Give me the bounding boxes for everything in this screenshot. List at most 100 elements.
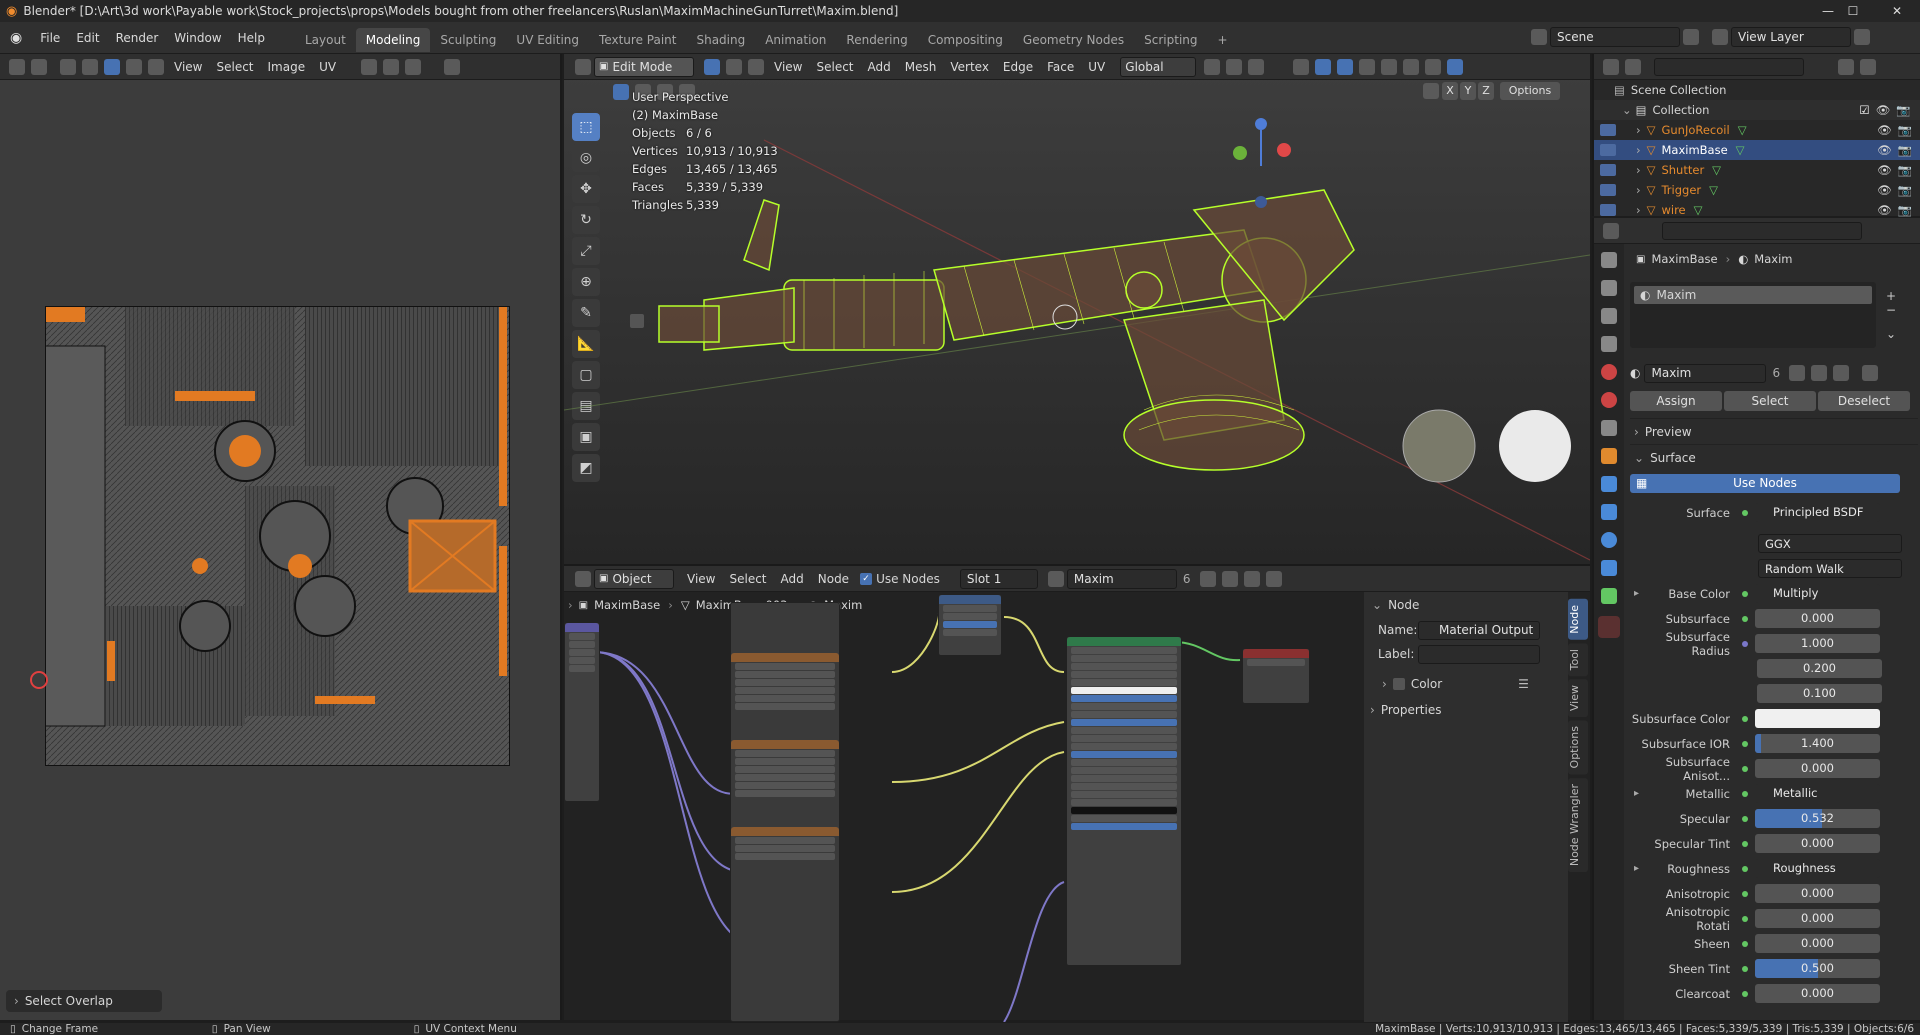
- material-users-count[interactable]: 6: [1772, 366, 1780, 380]
- uv-editor[interactable]: View Select Image UV › Select Overlap: [0, 54, 562, 1020]
- link-mode-icon[interactable]: [1862, 365, 1879, 381]
- face-mode-icon[interactable]: [748, 58, 764, 75]
- principled-bsdf-node[interactable]: [1066, 636, 1182, 966]
- numeric-field[interactable]: 0.200: [1757, 659, 1882, 678]
- sticky-select-icon[interactable]: [148, 58, 164, 75]
- linked-input-field[interactable]: Roughness: [1755, 859, 1880, 878]
- tab-uv-editing[interactable]: UV Editing: [506, 28, 589, 52]
- editor-type-icon[interactable]: [575, 58, 591, 75]
- unlink-material-icon[interactable]: [1833, 365, 1850, 381]
- material-name-field[interactable]: Maxim: [1066, 568, 1177, 589]
- node-menu-view[interactable]: View: [680, 572, 722, 586]
- outliner-item[interactable]: › ▽ MaximBase ▽ 👁 📷: [1594, 140, 1920, 160]
- proportional-icon[interactable]: [405, 58, 422, 75]
- uv-menu-image[interactable]: Image: [261, 60, 313, 74]
- close-button[interactable]: ✕: [1874, 0, 1920, 22]
- node-menu-select[interactable]: Select: [722, 572, 773, 586]
- modifier-tab-icon[interactable]: [1601, 476, 1617, 492]
- distribution-dropdown[interactable]: GGX: [1758, 534, 1902, 553]
- data-tab-icon[interactable]: [1601, 588, 1617, 604]
- mode-dropdown[interactable]: ▣ Edit Mode: [594, 56, 694, 77]
- edit-mode-icon[interactable]: [1600, 184, 1616, 196]
- menu-file[interactable]: File: [32, 22, 68, 54]
- display-mode-icon[interactable]: [1625, 58, 1641, 75]
- tab-tool[interactable]: Tool: [1568, 642, 1588, 677]
- tab-geometry-nodes[interactable]: Geometry Nodes: [1013, 28, 1134, 52]
- edge-select-icon[interactable]: [82, 58, 98, 75]
- vp-menu-mesh[interactable]: Mesh: [898, 60, 944, 74]
- view-layer-field[interactable]: View Layer: [1731, 27, 1851, 47]
- node-panel-header[interactable]: ⌄ Node: [1364, 592, 1568, 618]
- numeric-field[interactable]: 0.000: [1755, 759, 1880, 778]
- render-tab-icon[interactable]: [1601, 280, 1617, 296]
- outliner-item[interactable]: › ▽ GunJoRecoil ▽ 👁 📷: [1594, 120, 1920, 140]
- collection-tab-icon[interactable]: [1601, 420, 1617, 436]
- gizmo-icon[interactable]: [1315, 58, 1332, 75]
- unlink-material-icon[interactable]: [1243, 570, 1260, 587]
- material-output-node[interactable]: [1242, 648, 1310, 704]
- slot-dropdown[interactable]: Slot 1: [959, 568, 1038, 589]
- tab-compositing[interactable]: Compositing: [918, 28, 1013, 52]
- duplicate-material-icon[interactable]: [1811, 365, 1828, 381]
- numeric-field[interactable]: 0.000: [1755, 984, 1880, 1003]
- rendered-shading-icon[interactable]: [1447, 58, 1464, 75]
- image-texture-frame[interactable]: [730, 602, 840, 1022]
- tool-tab-icon[interactable]: [1601, 252, 1617, 268]
- chevron-right-icon[interactable]: ›: [1636, 163, 1641, 177]
- maximize-button[interactable]: ☐: [1830, 0, 1876, 22]
- numeric-field[interactable]: 0.500: [1755, 959, 1880, 978]
- eye-icon[interactable]: 👁: [1877, 183, 1892, 197]
- vp-menu-edge[interactable]: Edge: [996, 60, 1040, 74]
- camera-icon[interactable]: 📷: [1898, 163, 1912, 177]
- duplicate-material-icon[interactable]: [1221, 570, 1238, 587]
- editor-type-icon[interactable]: [575, 570, 591, 587]
- material-users-count[interactable]: 6: [1183, 572, 1191, 586]
- uv-menu-select[interactable]: Select: [209, 60, 260, 74]
- menu-render[interactable]: Render: [108, 22, 167, 54]
- vp-menu-view[interactable]: View: [767, 60, 809, 74]
- editor-type-icon[interactable]: [1603, 222, 1619, 239]
- chevron-right-icon[interactable]: ▸: [1634, 588, 1639, 599]
- edit-mode-icon[interactable]: [1600, 124, 1616, 136]
- numeric-field[interactable]: 0.000: [1755, 909, 1880, 928]
- multiply-node[interactable]: [938, 594, 1002, 656]
- face-select-icon[interactable]: [104, 58, 120, 75]
- color-checkbox[interactable]: [1392, 678, 1405, 690]
- eye-icon[interactable]: 👁: [1877, 123, 1892, 137]
- color-swatch[interactable]: [1755, 709, 1880, 728]
- tab-sculpting[interactable]: Sculpting: [430, 28, 506, 52]
- editor-type-icon[interactable]: [9, 58, 25, 75]
- tab-texture-paint[interactable]: Texture Paint: [589, 28, 686, 52]
- sync-select-icon[interactable]: [31, 58, 47, 75]
- linked-input-field[interactable]: Metallic: [1755, 784, 1880, 803]
- wireframe-shading-icon[interactable]: [1381, 58, 1398, 75]
- camera-icon[interactable]: 📷: [1898, 123, 1912, 137]
- image-browse-icon[interactable]: [444, 58, 461, 75]
- numeric-field[interactable]: 0.100: [1757, 684, 1882, 703]
- edge-mode-icon[interactable]: [726, 58, 742, 75]
- material-browse-icon[interactable]: [1047, 570, 1064, 587]
- node-color-row[interactable]: › Color ☰: [1364, 670, 1568, 698]
- numeric-field[interactable]: 0.000: [1755, 934, 1880, 953]
- new-view-layer-icon[interactable]: [1854, 29, 1870, 45]
- edit-mode-icon[interactable]: [1600, 204, 1616, 216]
- camera-icon[interactable]: 📷: [1898, 203, 1912, 217]
- 2d-cursor[interactable]: [30, 671, 48, 689]
- island-select-icon[interactable]: [126, 58, 142, 75]
- material-tab-icon[interactable]: [1598, 616, 1620, 638]
- node-label-field[interactable]: [1418, 644, 1540, 664]
- chevron-right-icon[interactable]: ›: [1636, 143, 1641, 157]
- remove-slot-icon[interactable]: −: [1886, 303, 1896, 317]
- tab-shading[interactable]: Shading: [686, 28, 755, 52]
- surface-shader-field[interactable]: Principled BSDF: [1755, 503, 1880, 522]
- new-scene-icon[interactable]: [1683, 29, 1699, 45]
- viewport-scene[interactable]: [564, 80, 1590, 564]
- blender-menu-icon[interactable]: ◉: [0, 30, 32, 46]
- numeric-field[interactable]: 0.000: [1755, 609, 1880, 628]
- node-menu-add[interactable]: Add: [774, 572, 811, 586]
- proportional-icon[interactable]: [1248, 58, 1265, 75]
- add-workspace-icon[interactable]: +: [1208, 28, 1238, 52]
- chevron-right-icon[interactable]: ›: [1636, 123, 1641, 137]
- subsurface-method-dropdown[interactable]: Random Walk: [1758, 559, 1902, 578]
- eye-icon[interactable]: 👁: [1877, 203, 1892, 217]
